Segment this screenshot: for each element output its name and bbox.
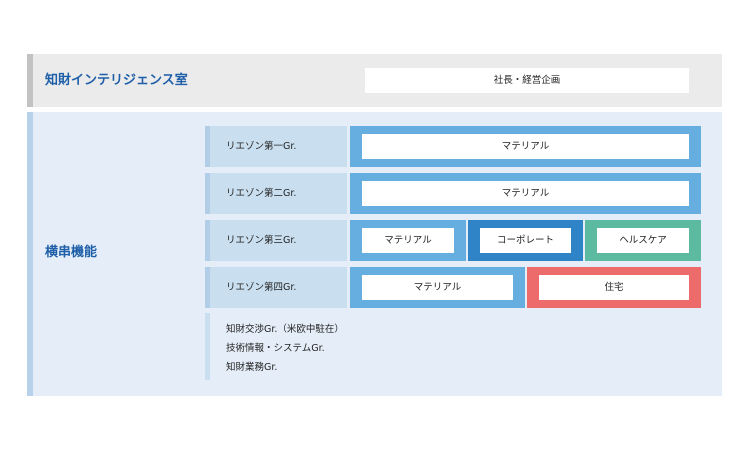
group-4-housing-frame: 住宅 bbox=[527, 267, 701, 308]
other-group-ip-operations: 知財業務Gr. bbox=[226, 362, 278, 373]
group-3-material-box: マテリアル bbox=[362, 228, 454, 253]
ip-intelligence-title: 知財インテリジェンス室 bbox=[45, 73, 188, 88]
group-3-healthcare-box: ヘルスケア bbox=[597, 228, 689, 253]
group-1-frame: マテリアル bbox=[350, 126, 701, 167]
cross-function-accent bbox=[27, 112, 33, 396]
liaison-group-1-label: リエゾン第一Gr. bbox=[205, 126, 347, 167]
ip-intelligence-accent bbox=[27, 54, 33, 107]
other-groups-accent bbox=[205, 313, 210, 380]
group-3-corporate-box: コーポレート bbox=[480, 228, 571, 253]
group-2-frame: マテリアル bbox=[350, 173, 701, 214]
group-4-material-frame: マテリアル bbox=[350, 267, 525, 308]
group-4-material-box: マテリアル bbox=[362, 275, 513, 300]
liaison-group-2-label: リエゾン第二Gr. bbox=[205, 173, 347, 214]
other-group-tech-info-systems: 技術情報・システムGr. bbox=[226, 343, 325, 354]
other-group-ip-negotiation: 知財交渉Gr.（米欧中駐在） bbox=[226, 324, 344, 335]
group-3-healthcare-frame: ヘルスケア bbox=[585, 220, 701, 261]
group-3-corporate-frame: コーポレート bbox=[468, 220, 583, 261]
cross-function-title: 横串機能 bbox=[45, 245, 98, 260]
president-planning-box: 社長・経営企画 bbox=[365, 68, 689, 93]
liaison-group-3-label: リエゾン第三Gr. bbox=[205, 220, 347, 261]
group-2-material-box: マテリアル bbox=[362, 181, 689, 206]
group-1-material-box: マテリアル bbox=[362, 134, 689, 159]
liaison-group-4-label: リエゾン第四Gr. bbox=[205, 267, 347, 308]
group-4-housing-box: 住宅 bbox=[539, 275, 689, 300]
group-3-material-frame: マテリアル bbox=[350, 220, 466, 261]
